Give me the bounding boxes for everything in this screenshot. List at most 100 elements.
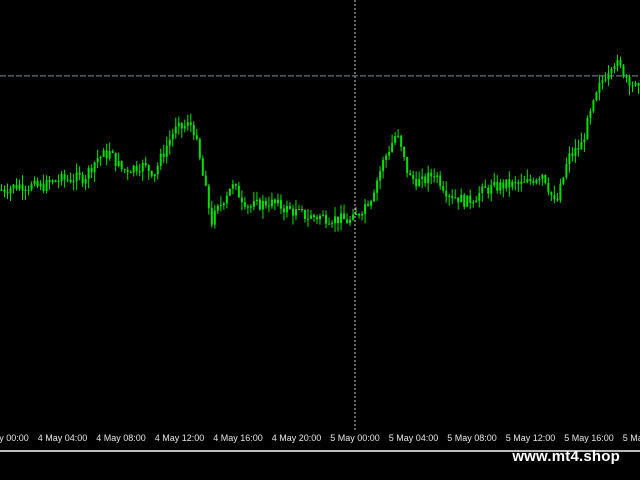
time-axis-label: 5 May 00:00 [330, 433, 380, 443]
candle-body [538, 178, 541, 180]
candle-body [84, 178, 87, 184]
candle-body [562, 177, 565, 184]
price-chart[interactable] [0, 0, 640, 430]
candle-body [385, 155, 388, 160]
candle-body [400, 135, 403, 147]
candle-body [517, 182, 520, 185]
candle-body [147, 164, 150, 172]
candle-body [430, 172, 433, 177]
candle-body [403, 146, 406, 157]
candle-body [388, 151, 391, 156]
candle-body [12, 184, 15, 189]
candle-body [577, 148, 580, 150]
candle-body [132, 165, 135, 173]
candle-body [571, 153, 574, 156]
candle-body [487, 187, 490, 194]
candle-body [457, 197, 460, 203]
candle-body [322, 215, 325, 217]
candle-body [102, 150, 105, 157]
candle-body [261, 200, 264, 210]
candle-body [120, 160, 123, 170]
time-axis-label: 5 May 08:00 [447, 433, 497, 443]
candle-body [15, 184, 18, 190]
candle-body [234, 184, 237, 186]
candle-body [9, 188, 12, 194]
candle-body [309, 215, 312, 219]
candle-body [57, 181, 60, 183]
watermark-text: www.mt4.shop [512, 448, 620, 465]
candle-body [153, 174, 156, 177]
candle-body [337, 216, 340, 224]
candle-body [291, 208, 294, 216]
candle-body [424, 176, 427, 184]
candle-body [541, 174, 544, 179]
candle-body [168, 139, 171, 146]
candle-body [144, 162, 147, 165]
time-axis-label: 4 May 00:00 [0, 433, 29, 443]
candle-body [343, 213, 346, 220]
candle-body [637, 83, 640, 86]
candle-body [114, 152, 117, 167]
candle-body [325, 215, 328, 224]
candle-body [493, 181, 496, 186]
candle-body [195, 135, 198, 140]
candle-body [201, 158, 204, 176]
candle-body [502, 182, 505, 189]
time-axis-label: 4 May 04:00 [37, 433, 88, 443]
candle-body [523, 181, 526, 183]
candle-body [610, 68, 613, 74]
candle-body [592, 100, 595, 112]
candle-body [472, 202, 475, 204]
candle-body [276, 199, 279, 204]
candle-body [36, 180, 39, 187]
candle-body [54, 180, 57, 182]
candle-body [334, 216, 337, 224]
time-axis-label: 4 May 20:00 [271, 433, 322, 443]
time-axis: 4 May 00:00 4 May 04:00 4 May 08:00 4 May 1… [0, 430, 640, 447]
candle-body [436, 175, 439, 178]
candle-body [174, 126, 177, 134]
candle-body [409, 173, 412, 176]
candle-body [18, 184, 21, 190]
candle-body [90, 167, 93, 173]
candle-body [306, 218, 309, 220]
candle-body [529, 179, 532, 182]
candle-body [255, 199, 258, 202]
candle-body [448, 196, 451, 198]
candle-body [586, 118, 589, 140]
candle-body [162, 153, 165, 157]
candle-body [150, 171, 153, 177]
candle-body [129, 172, 132, 174]
candle-body [625, 76, 628, 78]
candle-body [469, 195, 472, 203]
candle-body [358, 213, 361, 216]
candle-body [376, 180, 379, 193]
candle-body [117, 160, 120, 167]
candle-body [126, 169, 129, 173]
candle-body [279, 199, 282, 209]
time-axis-label: 5 May 12:00 [505, 433, 556, 443]
candle-body [580, 142, 583, 150]
candle-body [628, 76, 631, 86]
candle-body [216, 205, 219, 211]
candle-body [379, 171, 382, 181]
candle-body [481, 186, 484, 194]
candle-body [634, 83, 637, 86]
candle-body [225, 195, 228, 204]
candle-body [228, 188, 231, 196]
candle-body [370, 201, 373, 206]
candle-body [189, 122, 192, 125]
candle-body [607, 73, 610, 80]
candle-body [499, 182, 502, 191]
candle-body [616, 60, 619, 67]
chart-canvas[interactable] [0, 0, 640, 430]
candle-body [246, 206, 249, 208]
candle-body [222, 203, 225, 206]
candle-body [165, 145, 168, 157]
candle-body [373, 192, 376, 202]
candle-body [451, 196, 454, 198]
candle-body [156, 166, 159, 175]
candle-body [367, 204, 370, 206]
candle-body [547, 183, 550, 193]
candle-body [33, 180, 36, 185]
